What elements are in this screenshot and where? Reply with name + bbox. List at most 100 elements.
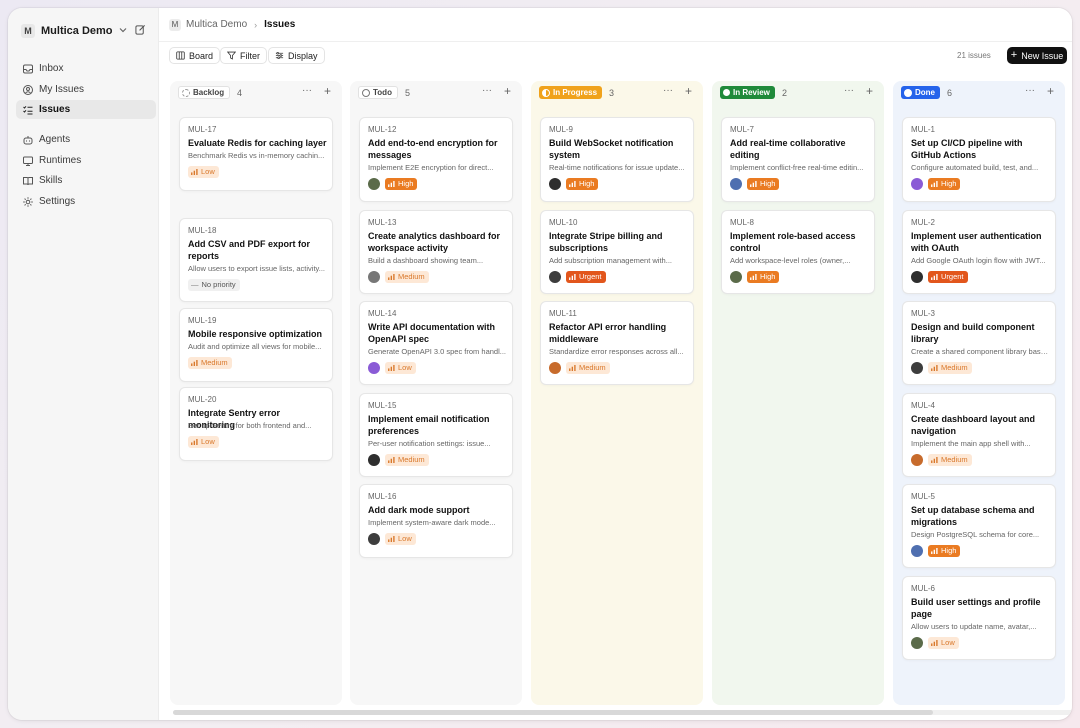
avatar[interactable] bbox=[368, 177, 380, 190]
issue-card[interactable]: MUL-15 Implement email notification prefe… bbox=[359, 393, 513, 477]
avatar[interactable] bbox=[368, 532, 380, 545]
issue-card[interactable]: MUL-20 Integrate Sentry error monitoring S… bbox=[179, 387, 333, 461]
chevron-right-icon: › bbox=[254, 19, 258, 30]
priority-badge[interactable]: High bbox=[747, 177, 780, 190]
more-icon[interactable]: ··· bbox=[663, 85, 673, 96]
priority-badge[interactable]: Low bbox=[385, 532, 416, 545]
avatar[interactable] bbox=[730, 270, 742, 283]
priority-badge[interactable]: Urgent bbox=[928, 270, 968, 283]
priority-badge[interactable]: Medium bbox=[566, 361, 610, 374]
issue-description: Allow users to update name, avatar,... bbox=[911, 622, 1037, 631]
priority-badge[interactable]: Medium bbox=[928, 361, 972, 374]
sidebar-item-agents[interactable]: Agents bbox=[16, 130, 156, 149]
priority-badge[interactable]: Low bbox=[188, 435, 219, 448]
signal-bars-icon bbox=[191, 359, 201, 366]
priority-badge[interactable]: Medium bbox=[385, 453, 429, 466]
add-issue-icon[interactable]: + bbox=[504, 84, 511, 98]
avatar[interactable] bbox=[911, 453, 923, 466]
priority-badge[interactable]: Medium bbox=[188, 356, 232, 369]
priority-badge[interactable]: High bbox=[928, 544, 961, 557]
workspace-switcher[interactable]: M Multica Demo bbox=[18, 20, 150, 42]
priority-badge[interactable]: Low bbox=[385, 361, 416, 374]
issue-description: Add Google OAuth login flow with JWT... bbox=[911, 256, 1046, 265]
avatar[interactable] bbox=[549, 177, 561, 190]
issue-card[interactable]: MUL-4 Create dashboard layout and navigat… bbox=[902, 393, 1056, 477]
issue-card[interactable]: MUL-8 Implement role-based access control… bbox=[721, 210, 875, 294]
more-icon[interactable]: ··· bbox=[844, 85, 854, 96]
avatar[interactable] bbox=[368, 361, 380, 374]
priority-badge[interactable]: — No priority bbox=[188, 278, 240, 291]
priority-badge[interactable]: Low bbox=[928, 636, 959, 649]
issue-card[interactable]: MUL-16 Add dark mode support Implement sys… bbox=[359, 484, 513, 558]
priority-badge[interactable]: High bbox=[928, 177, 961, 190]
compose-icon[interactable] bbox=[132, 21, 148, 37]
issue-card[interactable]: MUL-3 Design and build component library C… bbox=[902, 301, 1056, 385]
issue-card[interactable]: MUL-10 Integrate Stripe billing and subsc… bbox=[540, 210, 694, 294]
display-button[interactable]: Display bbox=[268, 47, 325, 64]
add-issue-icon[interactable]: + bbox=[866, 84, 873, 98]
issue-card[interactable]: MUL-13 Create analytics dashboard for wor… bbox=[359, 210, 513, 294]
priority-label: Urgent bbox=[579, 272, 602, 281]
issue-card[interactable]: MUL-9 Build WebSocket notification system… bbox=[540, 117, 694, 202]
priority-label: High bbox=[760, 179, 776, 188]
priority-badge[interactable]: Low bbox=[188, 165, 219, 178]
add-issue-icon[interactable]: + bbox=[324, 84, 331, 98]
avatar[interactable] bbox=[730, 177, 742, 190]
priority-badge[interactable]: High bbox=[385, 177, 418, 190]
avatar[interactable] bbox=[549, 270, 561, 283]
avatar[interactable] bbox=[911, 636, 923, 649]
issue-card[interactable]: MUL-12 Add end-to-end encryption for mess… bbox=[359, 117, 513, 202]
sidebar-item-settings[interactable]: Settings bbox=[16, 192, 156, 211]
breadcrumb-workspace[interactable]: Multica Demo bbox=[186, 19, 247, 30]
issue-description: Add subscription management with... bbox=[549, 256, 672, 265]
issue-card[interactable]: MUL-2 Implement user authentication with … bbox=[902, 210, 1056, 294]
issue-card[interactable]: MUL-1 Set up CI/CD pipeline with GitHub A… bbox=[902, 117, 1056, 202]
sidebar-item-my-issues[interactable]: My Issues bbox=[16, 80, 156, 99]
issue-card[interactable]: MUL-14 Write API documentation with OpenA… bbox=[359, 301, 513, 385]
more-icon[interactable]: ··· bbox=[302, 85, 312, 96]
issue-card[interactable]: MUL-5 Set up database schema and migratio… bbox=[902, 484, 1056, 568]
priority-badge[interactable]: Urgent bbox=[566, 270, 606, 283]
sidebar-item-issues[interactable]: Issues bbox=[16, 100, 156, 119]
avatar[interactable] bbox=[911, 361, 923, 374]
issue-card[interactable]: MUL-17 Evaluate Redis for caching layer Be… bbox=[179, 117, 333, 191]
sidebar-item-inbox[interactable]: Inbox bbox=[16, 59, 156, 78]
filter-button[interactable]: Filter bbox=[220, 47, 267, 64]
add-issue-icon[interactable]: + bbox=[685, 84, 692, 98]
priority-label: Medium bbox=[941, 455, 968, 464]
new-issue-button[interactable]: + New Issue bbox=[1007, 47, 1067, 64]
issue-card[interactable]: MUL-7 Add real-time collaborative editing… bbox=[721, 117, 875, 202]
priority-label: No priority bbox=[201, 280, 236, 289]
issue-card[interactable]: MUL-11 Refactor API error handling middle… bbox=[540, 301, 694, 385]
avatar[interactable] bbox=[911, 270, 923, 283]
issue-card[interactable]: MUL-19 Mobile responsive optimization Audi… bbox=[179, 308, 333, 382]
issue-meta: Urgent bbox=[549, 270, 606, 283]
avatar[interactable] bbox=[911, 177, 923, 190]
more-icon[interactable]: ··· bbox=[482, 85, 492, 96]
avatar[interactable] bbox=[368, 453, 380, 466]
more-icon[interactable]: ··· bbox=[1025, 85, 1035, 96]
add-issue-icon[interactable]: + bbox=[1047, 84, 1054, 98]
priority-badge[interactable]: High bbox=[747, 270, 780, 283]
board-view-button[interactable]: Board bbox=[169, 47, 221, 64]
avatar[interactable] bbox=[368, 270, 380, 283]
issue-card[interactable]: MUL-6 Build user settings and profile pag… bbox=[902, 576, 1056, 660]
chevron-down-icon bbox=[119, 26, 127, 36]
avatar[interactable] bbox=[549, 361, 561, 374]
issue-meta: Medium bbox=[368, 453, 429, 466]
priority-badge[interactable]: Medium bbox=[385, 270, 429, 283]
column-count: 6 bbox=[947, 88, 953, 98]
issue-meta: Low bbox=[368, 361, 416, 374]
horizontal-scrollbar[interactable] bbox=[173, 710, 1072, 715]
issue-description: Benchmark Redis vs in-memory cachin... bbox=[188, 151, 325, 160]
issue-card[interactable]: MUL-18 Add CSV and PDF export for reports… bbox=[179, 218, 333, 302]
status-badge: In Review bbox=[720, 86, 775, 99]
priority-badge[interactable]: Medium bbox=[928, 453, 972, 466]
sidebar-item-runtimes[interactable]: Runtimes bbox=[16, 151, 156, 170]
column-header: In Progress 3 ··· + bbox=[531, 81, 703, 101]
sidebar-item-skills[interactable]: Skills bbox=[16, 171, 156, 190]
priority-badge[interactable]: High bbox=[566, 177, 599, 190]
issue-description: Design PostgreSQL schema for core... bbox=[911, 530, 1040, 539]
avatar[interactable] bbox=[911, 544, 923, 557]
scrollbar-thumb[interactable] bbox=[173, 710, 933, 715]
